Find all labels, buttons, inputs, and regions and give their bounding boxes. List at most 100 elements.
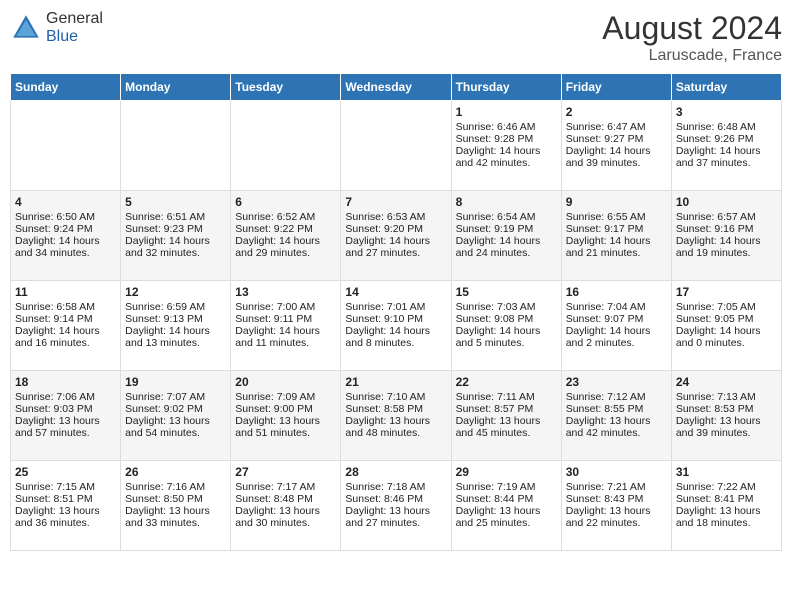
cell-content-line: Daylight: 14 hours and 39 minutes.	[566, 145, 667, 169]
day-number: 5	[125, 195, 226, 209]
cell-content-line: Sunset: 8:53 PM	[676, 403, 777, 415]
day-number: 1	[456, 105, 557, 119]
day-number: 21	[345, 375, 446, 389]
day-number: 28	[345, 465, 446, 479]
calendar-cell: 2Sunrise: 6:47 AMSunset: 9:27 PMDaylight…	[561, 101, 671, 191]
cell-content-line: Sunrise: 7:09 AM	[235, 391, 336, 403]
cell-content-line: Sunrise: 6:47 AM	[566, 121, 667, 133]
cell-content-line: Sunset: 8:50 PM	[125, 493, 226, 505]
cell-content-line: Sunset: 9:26 PM	[676, 133, 777, 145]
cell-content-line: Sunset: 9:10 PM	[345, 313, 446, 325]
cell-content-line: Daylight: 14 hours and 8 minutes.	[345, 325, 446, 349]
calendar-cell: 17Sunrise: 7:05 AMSunset: 9:05 PMDayligh…	[671, 281, 781, 371]
cell-content-line: Daylight: 13 hours and 51 minutes.	[235, 415, 336, 439]
cell-content-line: Daylight: 13 hours and 45 minutes.	[456, 415, 557, 439]
cell-content-line: Sunrise: 7:16 AM	[125, 481, 226, 493]
cell-content-line: Sunrise: 6:50 AM	[15, 211, 116, 223]
calendar-cell: 23Sunrise: 7:12 AMSunset: 8:55 PMDayligh…	[561, 371, 671, 461]
cell-content-line: Sunrise: 7:06 AM	[15, 391, 116, 403]
cell-content-line: Daylight: 13 hours and 25 minutes.	[456, 505, 557, 529]
calendar-cell: 31Sunrise: 7:22 AMSunset: 8:41 PMDayligh…	[671, 461, 781, 551]
cell-content-line: Sunset: 9:02 PM	[125, 403, 226, 415]
day-number: 24	[676, 375, 777, 389]
calendar-week-row: 11Sunrise: 6:58 AMSunset: 9:14 PMDayligh…	[11, 281, 782, 371]
day-number: 30	[566, 465, 667, 479]
day-of-week-header: Tuesday	[231, 74, 341, 101]
cell-content-line: Sunrise: 7:21 AM	[566, 481, 667, 493]
day-number: 12	[125, 285, 226, 299]
calendar-cell: 10Sunrise: 6:57 AMSunset: 9:16 PMDayligh…	[671, 191, 781, 281]
cell-content-line: Sunrise: 6:46 AM	[456, 121, 557, 133]
cell-content-line: Sunset: 8:58 PM	[345, 403, 446, 415]
day-number: 3	[676, 105, 777, 119]
cell-content-line: Sunrise: 6:54 AM	[456, 211, 557, 223]
cell-content-line: Daylight: 14 hours and 27 minutes.	[345, 235, 446, 259]
day-number: 22	[456, 375, 557, 389]
cell-content-line: Sunrise: 7:10 AM	[345, 391, 446, 403]
day-number: 9	[566, 195, 667, 209]
cell-content-line: Sunset: 9:16 PM	[676, 223, 777, 235]
cell-content-line: Sunrise: 6:55 AM	[566, 211, 667, 223]
cell-content-line: Daylight: 14 hours and 42 minutes.	[456, 145, 557, 169]
cell-content-line: Sunset: 9:23 PM	[125, 223, 226, 235]
cell-content-line: Daylight: 14 hours and 19 minutes.	[676, 235, 777, 259]
cell-content-line: Daylight: 13 hours and 36 minutes.	[15, 505, 116, 529]
cell-content-line: Daylight: 13 hours and 57 minutes.	[15, 415, 116, 439]
day-of-week-header: Saturday	[671, 74, 781, 101]
cell-content-line: Daylight: 13 hours and 18 minutes.	[676, 505, 777, 529]
day-number: 26	[125, 465, 226, 479]
calendar-cell: 25Sunrise: 7:15 AMSunset: 8:51 PMDayligh…	[11, 461, 121, 551]
cell-content-line: Daylight: 13 hours and 33 minutes.	[125, 505, 226, 529]
month-year: August 2024	[602, 10, 782, 47]
calendar-header-row: SundayMondayTuesdayWednesdayThursdayFrid…	[11, 74, 782, 101]
cell-content-line: Sunset: 9:08 PM	[456, 313, 557, 325]
calendar-table: SundayMondayTuesdayWednesdayThursdayFrid…	[10, 73, 782, 551]
calendar-cell	[121, 101, 231, 191]
cell-content-line: Sunrise: 7:18 AM	[345, 481, 446, 493]
day-number: 29	[456, 465, 557, 479]
calendar-cell: 30Sunrise: 7:21 AMSunset: 8:43 PMDayligh…	[561, 461, 671, 551]
cell-content-line: Sunset: 9:03 PM	[15, 403, 116, 415]
cell-content-line: Daylight: 13 hours and 30 minutes.	[235, 505, 336, 529]
header: General Blue August 2024 Laruscade, Fran…	[10, 10, 782, 65]
day-of-week-header: Thursday	[451, 74, 561, 101]
calendar-cell: 1 Sunrise: 6:46 AMSunset: 9:28 PMDaylight…	[451, 101, 561, 191]
day-number: 23	[566, 375, 667, 389]
calendar-cell: 15Sunrise: 7:03 AMSunset: 9:08 PMDayligh…	[451, 281, 561, 371]
cell-content-line: Sunset: 9:05 PM	[676, 313, 777, 325]
calendar-cell: 18Sunrise: 7:06 AMSunset: 9:03 PMDayligh…	[11, 371, 121, 461]
cell-content-line: Sunrise: 7:13 AM	[676, 391, 777, 403]
calendar-cell: 14Sunrise: 7:01 AMSunset: 9:10 PMDayligh…	[341, 281, 451, 371]
cell-content-line: Sunset: 9:28 PM	[456, 133, 557, 145]
logo: General Blue	[10, 10, 103, 45]
calendar-cell: 16Sunrise: 7:04 AMSunset: 9:07 PMDayligh…	[561, 281, 671, 371]
cell-content-line: Sunset: 9:17 PM	[566, 223, 667, 235]
calendar-cell: 13Sunrise: 7:00 AMSunset: 9:11 PMDayligh…	[231, 281, 341, 371]
cell-content-line: Daylight: 13 hours and 54 minutes.	[125, 415, 226, 439]
calendar-cell: 9Sunrise: 6:55 AMSunset: 9:17 PMDaylight…	[561, 191, 671, 281]
calendar-cell: 11Sunrise: 6:58 AMSunset: 9:14 PMDayligh…	[11, 281, 121, 371]
cell-content-line: Sunrise: 7:04 AM	[566, 301, 667, 313]
cell-content-line: Sunrise: 7:00 AM	[235, 301, 336, 313]
cell-content-line: Sunset: 9:22 PM	[235, 223, 336, 235]
cell-content-line: Daylight: 14 hours and 24 minutes.	[456, 235, 557, 259]
location: Laruscade, France	[602, 47, 782, 65]
cell-content-line: Sunrise: 6:51 AM	[125, 211, 226, 223]
day-number: 14	[345, 285, 446, 299]
cell-content-line: Sunrise: 6:59 AM	[125, 301, 226, 313]
day-number: 10	[676, 195, 777, 209]
calendar-cell	[11, 101, 121, 191]
cell-content-line: Daylight: 14 hours and 11 minutes.	[235, 325, 336, 349]
calendar-cell: 3Sunrise: 6:48 AMSunset: 9:26 PMDaylight…	[671, 101, 781, 191]
cell-content-line: Daylight: 14 hours and 2 minutes.	[566, 325, 667, 349]
day-number: 15	[456, 285, 557, 299]
calendar-week-row: 25Sunrise: 7:15 AMSunset: 8:51 PMDayligh…	[11, 461, 782, 551]
calendar-week-row: 1Sunrise: 6:46 AMSunset: 9:28 PMDaylight…	[11, 101, 782, 191]
cell-content-line: Sunrise: 7:03 AM	[456, 301, 557, 313]
calendar-cell: 27Sunrise: 7:17 AMSunset: 8:48 PMDayligh…	[231, 461, 341, 551]
cell-content-line: Sunset: 9:20 PM	[345, 223, 446, 235]
calendar-cell	[231, 101, 341, 191]
day-number: 7	[345, 195, 446, 209]
cell-content-line: Sunrise: 7:05 AM	[676, 301, 777, 313]
cell-content-line: Daylight: 14 hours and 34 minutes.	[15, 235, 116, 259]
